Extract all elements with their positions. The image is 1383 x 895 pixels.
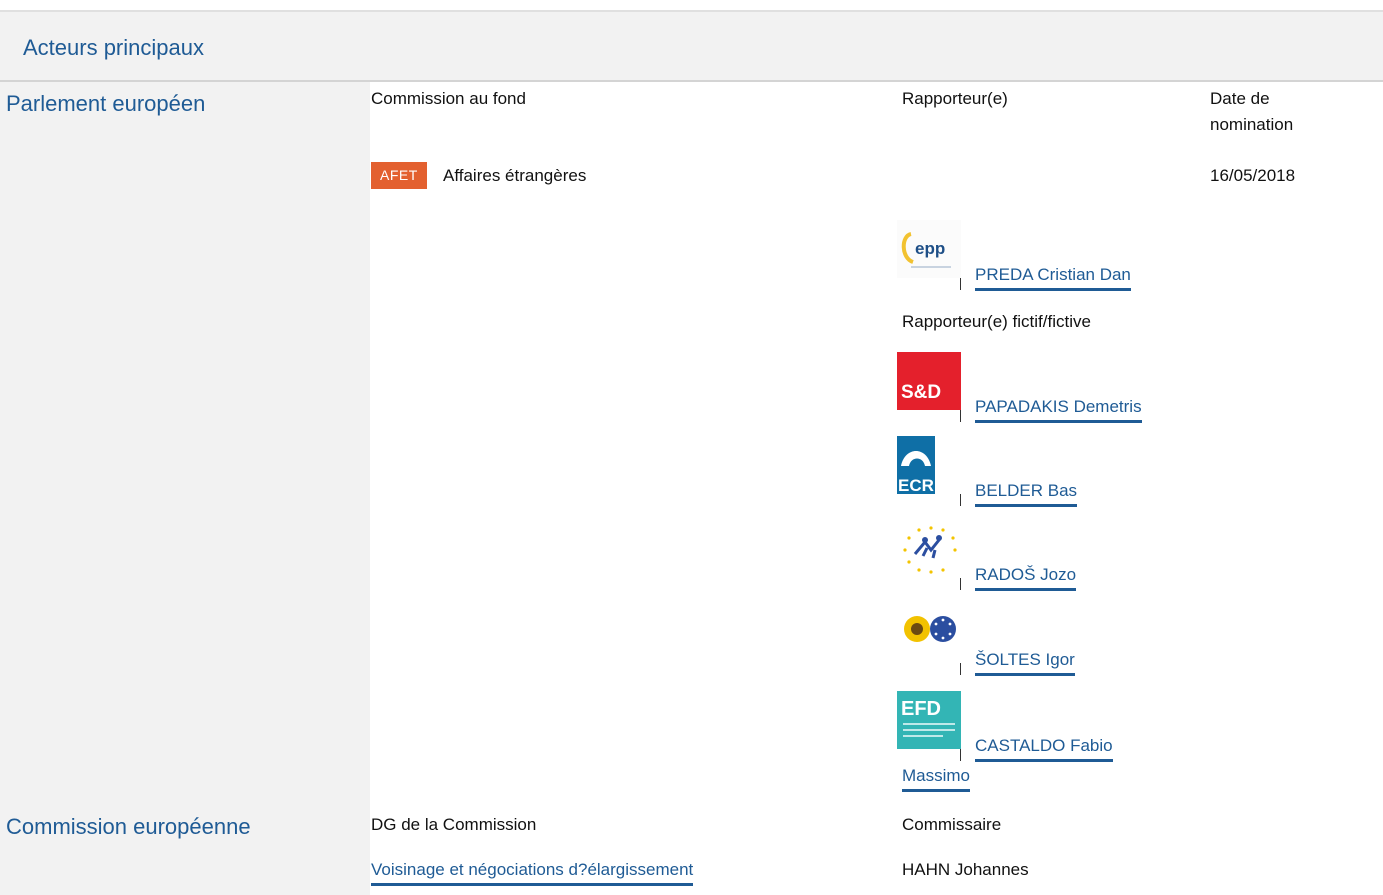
commissioner-header: Commissaire [902,815,1002,834]
sd-logo-icon: S&D [897,352,961,410]
efd-logo-text: EFD [901,698,941,720]
commissioner-name: HAHN Johannes [902,860,1029,879]
section-title: Acteurs principaux [23,35,204,60]
logo-tick [960,749,961,761]
ecr-logo-text: ECR [898,476,934,494]
shadow-rapporteur-label: Rapporteur(e) fictif/fictive [902,312,1091,331]
shadow-entry-papadakis: S&D PAPADAKIS Demetris [897,352,1197,424]
logo-tick [960,410,961,422]
shadow-link-castaldo-line2[interactable]: Massimo [902,765,971,792]
committee-header: Commission au fond [371,89,526,108]
parliament-label: Parlement européen [6,91,206,116]
rapporteur-header: Rapporteur(e) [902,89,1008,108]
committee-badge: AFET [371,162,427,189]
shadow-link-papadakis[interactable]: PAPADAKIS Demetris [975,396,1142,423]
dg-header: DG de la Commission [371,815,537,834]
greens-efa-logo-icon [897,605,961,663]
epp-logo-text: epp [915,239,945,258]
logo-tick [960,663,961,675]
nomination-date: 16/05/2018 [1210,166,1296,185]
rapporteur-link[interactable]: PREDA Cristian Dan [975,264,1131,291]
rapporteur-entry: epp PREDA Cristian Dan [897,220,1197,292]
committee-name: Affaires étrangères [443,166,587,185]
sd-logo-text: S&D [901,382,941,403]
left-label-column [0,82,370,895]
date-header-line1: Date de [1210,89,1270,108]
logo-tick [960,578,961,590]
page: Acteurs principaux Parlement européen Co… [0,0,1383,895]
ecr-logo-icon: ECR [897,436,961,494]
logo-tick [960,494,961,506]
date-header: Date de nomination [1210,86,1293,138]
section-header: Acteurs principaux [0,12,1383,82]
logo-tick [960,278,961,290]
date-header-line2: nomination [1210,115,1294,134]
dg-link[interactable]: Voisinage et négociations d?élargissemen… [371,859,694,886]
shadow-entry-soltes: ŠOLTES Igor [897,605,1197,677]
shadow-entry-rados: RADOŠ Jozo [897,520,1197,592]
shadow-link-castaldo[interactable]: CASTALDO Fabio [975,735,1113,762]
shadow-entry-belder: ECR BELDER Bas [897,436,1197,508]
shadow-link-soltes[interactable]: ŠOLTES Igor [975,649,1075,676]
shadow-link-rados[interactable]: RADOŠ Jozo [975,564,1077,591]
commission-label: Commission européenne [6,814,251,839]
ni-logo-icon [897,520,961,578]
epp-logo-icon: epp [897,220,961,278]
shadow-link-belder[interactable]: BELDER Bas [975,480,1078,507]
efdd-logo-icon: EFD [897,691,961,749]
